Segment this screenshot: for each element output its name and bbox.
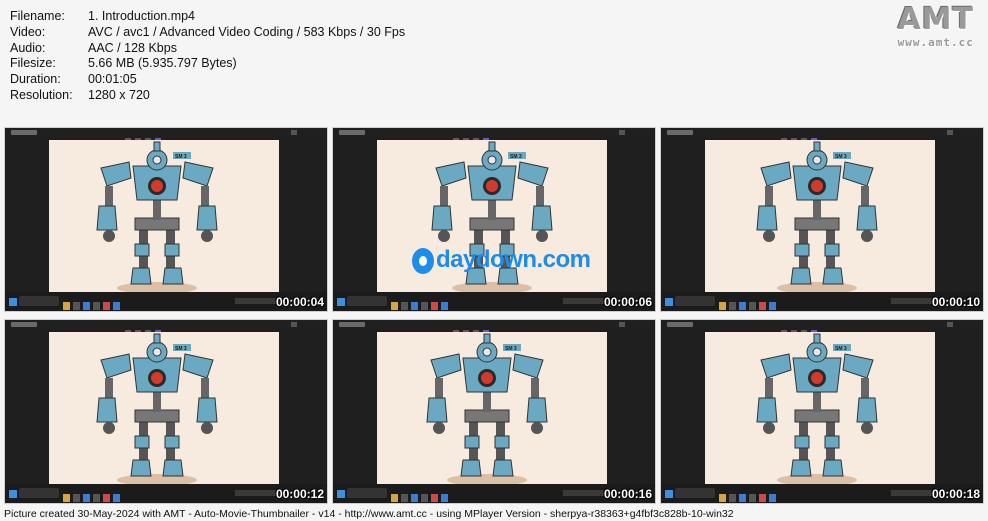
robot-illustration: SM 3 [49,332,279,484]
info-value: 1. Introduction.mp4 [88,9,196,23]
info-value: AVC / avc1 / Advanced Video Coding / 583… [88,24,406,39]
info-key: Filename: [10,9,65,23]
video-thumbnail: SM 3 00:00:12 [5,320,327,503]
video-thumbnail: SM 3 00:00:04 [5,128,327,311]
robot-illustration: SM 3 [49,140,279,292]
logo-url: www.amt.cc [897,36,974,49]
video-thumbnail: SM 3 00:00:10 [661,128,983,311]
timestamp: 00:00:18 [931,487,980,501]
file-info: Filename: 1. Introduction.mp4 Video: AVC /… [10,9,405,104]
robot-label: SM 3 [175,154,187,160]
info-row-resolution: Resolution: 1280 x 720 [10,88,405,104]
watermark-text: daydown.com [436,246,591,273]
robot-label: SM 3 [175,346,187,352]
timestamp: 00:00:06 [603,295,652,309]
info-row-audio: Audio: AAC / 128 Kbps [10,41,405,57]
info-key: Resolution: [10,87,73,102]
robot-label: SM 3 [510,154,522,160]
window-titlebar [333,320,655,335]
info-value: 1280 x 720 [88,87,150,102]
info-value: 00:01:05 [88,72,137,87]
robot-illustration: SM 3 [377,332,607,484]
robot-label: SM 3 [835,154,847,160]
info-row-filesize: Filesize: 5.66 MB (5.935.797 Bytes) [10,56,405,72]
robot-illustration: SM 3 [705,332,935,484]
window-titlebar [661,320,983,335]
video-thumbnail: SM 3 00:00:18 [661,320,983,503]
info-key: Filesize: [10,56,56,71]
robot-label: SM 3 [835,346,847,352]
daydown-watermark: daydown.com [412,246,591,274]
info-row-filename: Filename: 1. Introduction.mp4 [10,9,405,25]
info-row-video: Video: AVC / avc1 / Advanced Video Coding… [10,25,405,41]
amt-logo: AMT www.amt.cc [897,2,974,50]
window-titlebar [5,320,327,335]
timestamp: 00:00:10 [931,295,980,309]
info-value: 5.66 MB (5.935.797 Bytes) [88,56,237,71]
timestamp: 00:00:04 [275,295,324,309]
footer-credit: Picture created 30-May-2024 with AMT - A… [4,508,734,520]
info-key: Duration: [10,72,61,87]
info-value: AAC / 128 Kbps [88,40,177,55]
timestamp: 00:00:12 [275,487,324,501]
info-key: Video: [10,24,46,39]
video-thumbnail: SM 3 00:00:06 [333,128,655,311]
robot-illustration: SM 3 [705,140,935,292]
timestamp: 00:00:16 [603,487,652,501]
daydown-logo-icon [412,247,434,274]
logo-text: AMT [897,2,974,37]
window-titlebar [5,128,327,143]
info-key: Audio: [10,40,46,55]
robot-label: SM 3 [505,346,517,352]
window-titlebar [661,128,983,143]
window-titlebar [333,128,655,143]
video-thumbnail: SM 3 00:00:16 [333,320,655,503]
info-row-duration: Duration: 00:01:05 [10,72,405,88]
